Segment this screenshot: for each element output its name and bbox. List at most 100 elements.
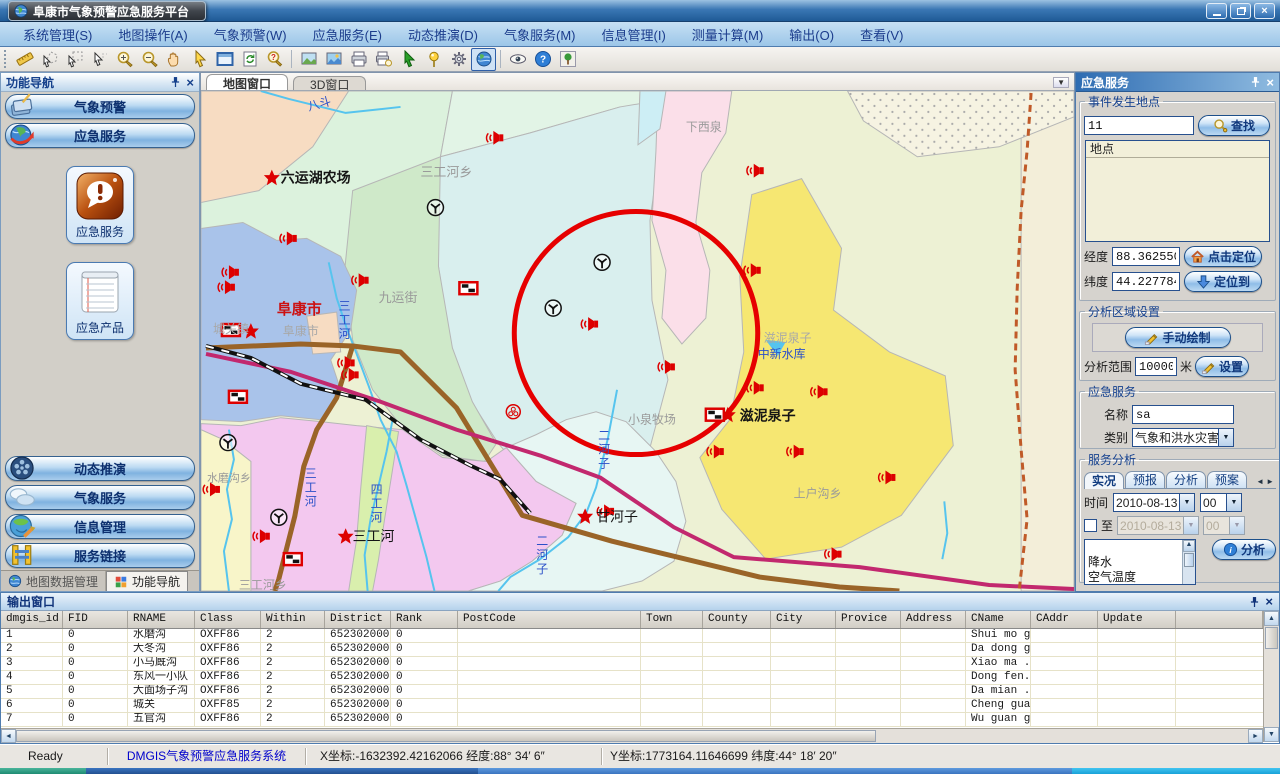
element-row[interactable]: 降水	[1085, 555, 1195, 570]
sidebar-group-weather-warning[interactable]: 气象预警	[5, 94, 195, 119]
zoom-in-button[interactable]	[112, 48, 137, 71]
sidebar-group-info-management[interactable]: 信息管理	[5, 514, 195, 539]
manual-draw-button[interactable]: 手动绘制	[1125, 327, 1231, 348]
panel-button-emergency-product[interactable]: 应急产品	[66, 262, 134, 340]
print-button[interactable]	[346, 48, 371, 71]
analyze-button[interactable]: i分析	[1212, 539, 1276, 560]
service-name-input[interactable]	[1132, 405, 1234, 424]
flag-marker[interactable]	[706, 409, 724, 421]
restore-button[interactable]	[1230, 3, 1251, 19]
settings-button[interactable]	[446, 48, 471, 71]
menu-info-management[interactable]: 信息管理(I)	[589, 22, 679, 47]
tab-3d-window[interactable]: 3D窗口	[293, 76, 366, 90]
column-header-Update[interactable]: Update	[1098, 611, 1176, 628]
table-row[interactable]: 70五官沟OXFF8626523020000Wu guan gou	[1, 713, 1263, 727]
sidebar-group-weather-service[interactable]: 气象服务	[5, 485, 195, 510]
date-select[interactable]: 2010-08-13▼	[1113, 493, 1195, 512]
menu-output[interactable]: 输出(O)	[776, 22, 847, 47]
layer-tree-button[interactable]	[555, 48, 580, 71]
analysis-tab-4[interactable]: 预案	[1207, 471, 1247, 488]
pan-button[interactable]	[162, 48, 187, 71]
service-type-select[interactable]: 气象和洪水灾害▼	[1132, 428, 1234, 447]
close-button[interactable]: ×	[1254, 3, 1275, 19]
scroll-right-icon[interactable]: ►	[1248, 729, 1263, 743]
column-header-Address[interactable]: Address	[901, 611, 966, 628]
export-image-button[interactable]	[321, 48, 346, 71]
identify-button[interactable]: ?	[262, 48, 287, 71]
flag-marker[interactable]	[229, 391, 247, 403]
table-row[interactable]: 60城关OXFF8526523020000Cheng guan	[1, 699, 1263, 713]
sidebar-group-dynamic-deduction[interactable]: 动态推演	[5, 456, 195, 481]
table-row[interactable]: 10水磨沟OXFF8626523020000Shui mo gou	[1, 629, 1263, 643]
column-header-dmgis_id[interactable]: dmgis_id	[1, 611, 63, 628]
table-row[interactable]: 40东风一小队OXFF8626523020000Dong fen...	[1, 671, 1263, 685]
column-header-Rank[interactable]: Rank	[391, 611, 458, 628]
tab-map-window[interactable]: 地图窗口	[206, 74, 288, 90]
menu-weather-warning[interactable]: 气象预警(W)	[201, 22, 300, 47]
refresh-button[interactable]	[237, 48, 262, 71]
analysis-tab-1[interactable]: 实况	[1084, 472, 1124, 489]
flag-marker[interactable]	[459, 282, 477, 294]
location-list[interactable]: 地点	[1085, 140, 1270, 242]
column-header-PostCode[interactable]: PostCode	[458, 611, 641, 628]
column-header-County[interactable]: County	[703, 611, 771, 628]
scroll-up-icon[interactable]: ▲	[1183, 540, 1195, 552]
tab-scroll-right-icon[interactable]: ►	[1266, 477, 1276, 486]
column-header-FID[interactable]: FID	[63, 611, 128, 628]
station-circle-marker[interactable]	[594, 254, 610, 270]
scroll-up-icon[interactable]: ▲	[1264, 611, 1279, 626]
scroll-left-icon[interactable]: ◄	[1, 729, 16, 743]
station-circle-marker[interactable]	[545, 300, 561, 316]
minimize-button[interactable]	[1206, 3, 1227, 19]
export-map-button[interactable]	[296, 48, 321, 71]
column-header-District[interactable]: District	[325, 611, 391, 628]
menu-view[interactable]: 查看(V)	[847, 22, 916, 47]
latitude-input[interactable]	[1112, 272, 1180, 291]
sidebar-group-service-links[interactable]: 服务链接	[5, 543, 195, 568]
flag-marker[interactable]	[284, 553, 302, 565]
dropdown-arrow-icon[interactable]: ▼	[1226, 494, 1241, 511]
full-extent-button[interactable]	[212, 48, 237, 71]
zoom-out-button[interactable]	[137, 48, 162, 71]
pin-icon[interactable]	[171, 76, 180, 88]
pushpin-button[interactable]	[421, 48, 446, 71]
column-header-City[interactable]: City	[771, 611, 836, 628]
scroll-thumb[interactable]	[1184, 553, 1194, 567]
close-panel-icon[interactable]: ×	[1265, 595, 1273, 608]
column-header-CAddr[interactable]: CAddr	[1031, 611, 1098, 628]
eye-button[interactable]	[505, 48, 530, 71]
menu-system[interactable]: 系统管理(S)	[10, 22, 105, 47]
sidebar-tab-function-nav[interactable]: 功能导航	[106, 571, 188, 591]
panel-button-emergency-service[interactable]: 应急服务	[66, 166, 134, 244]
list-scrollbar[interactable]: ▲	[1182, 540, 1195, 584]
column-header-Within[interactable]: Within	[261, 611, 325, 628]
horizontal-scroll-thumb[interactable]	[16, 730, 876, 742]
set-range-button[interactable]: 设置	[1195, 356, 1249, 377]
column-header-CName[interactable]: CName	[966, 611, 1031, 628]
column-header-RNAME[interactable]: RNAME	[128, 611, 195, 628]
find-button[interactable]: 查找	[1198, 115, 1270, 136]
pointer-button[interactable]	[187, 48, 212, 71]
sidebar-tab-map-data[interactable]: 地图数据管理	[1, 571, 106, 591]
map-canvas[interactable]: 八斗六运湖农场三工河乡下西泉九运街阜康市城关镇阜康市滋泥泉子中新水库滋泥泉子小泉…	[201, 91, 1074, 591]
analysis-tab-3[interactable]: 分析	[1166, 471, 1206, 488]
station-circle-marker[interactable]	[427, 200, 443, 216]
vertical-scroll-thumb[interactable]	[1265, 627, 1278, 649]
analysis-tab-2[interactable]: 预报	[1125, 471, 1165, 488]
menu-map-operations[interactable]: 地图操作(A)	[105, 22, 200, 47]
dropdown-arrow-icon[interactable]: ▼	[1179, 494, 1194, 511]
element-list[interactable]: 降水空气温度▲	[1084, 539, 1196, 585]
column-header-Town[interactable]: Town	[641, 611, 703, 628]
close-panel-icon[interactable]: ×	[186, 76, 194, 89]
pin-icon[interactable]	[1251, 76, 1260, 88]
sidebar-group-emergency-service[interactable]: 应急服务	[5, 123, 195, 148]
select-polygon-button[interactable]	[37, 48, 62, 71]
pin-icon[interactable]	[1250, 596, 1259, 608]
menu-measure-calc[interactable]: 测量计算(M)	[679, 22, 777, 47]
longitude-input[interactable]	[1112, 247, 1180, 266]
close-panel-icon[interactable]: ×	[1266, 76, 1274, 89]
toolbar-grip[interactable]	[4, 50, 8, 68]
menu-weather-service[interactable]: 气象服务(M)	[491, 22, 589, 47]
column-header-Class[interactable]: Class	[195, 611, 261, 628]
analysis-range-input[interactable]	[1135, 357, 1177, 376]
